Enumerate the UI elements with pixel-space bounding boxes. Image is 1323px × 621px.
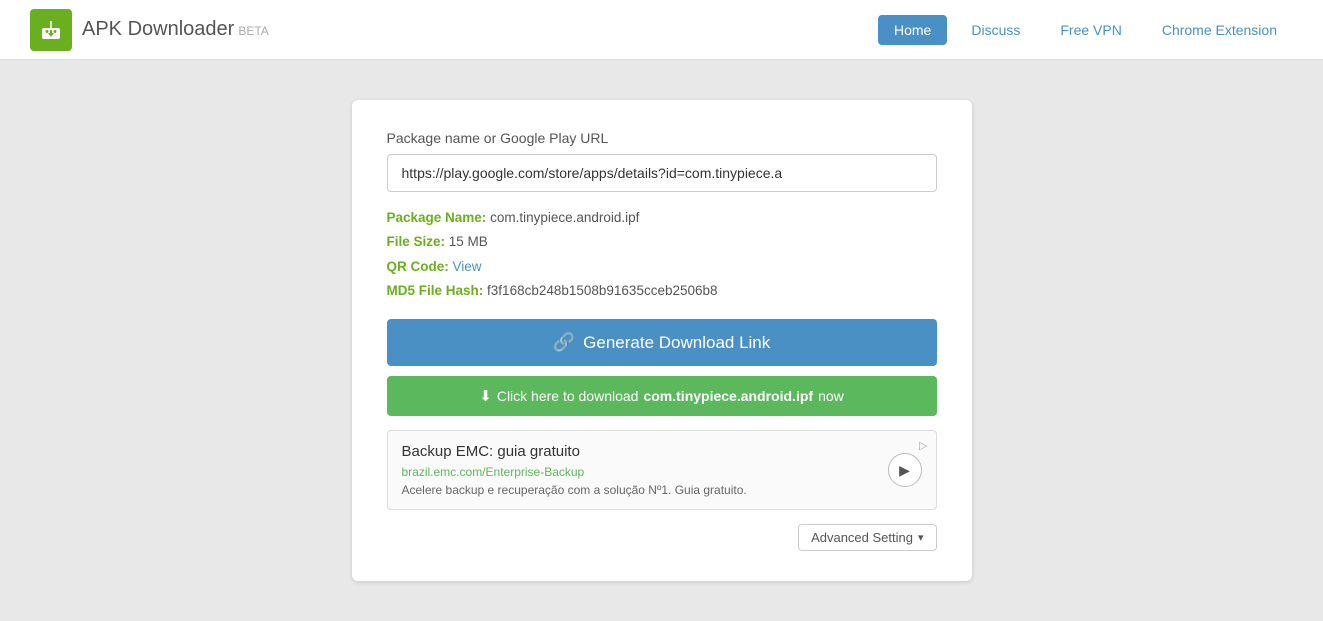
package-name-row: Package Name: com.tinypiece.android.ipf (387, 206, 937, 230)
nav-free-vpn[interactable]: Free VPN (1044, 15, 1137, 45)
link-icon: 🔗 (553, 332, 575, 353)
app-title: APK DownloaderBETA (82, 18, 269, 41)
package-name-text: com.tinypiece.android.ipf (490, 210, 639, 225)
advanced-setting-button[interactable]: Advanced Setting ▾ (798, 524, 936, 551)
md5-row: MD5 File Hash: f3f168cb248b1508b91635cce… (387, 279, 937, 303)
ad-badge: ▷ (919, 439, 927, 452)
download-icon: ⬇ (479, 387, 492, 405)
arrow-right-icon: ▶ (899, 462, 910, 479)
file-size-row: File Size: 15 MB (387, 230, 937, 254)
download-package: com.tinypiece.android.ipf (643, 388, 813, 404)
main-content: Package name or Google Play URL Package … (0, 60, 1323, 621)
logo-icon (30, 9, 72, 51)
generate-download-link-button[interactable]: 🔗 Generate Download Link (387, 319, 937, 366)
file-size-text: 15 MB (449, 234, 488, 249)
advanced-setting-label: Advanced Setting (811, 530, 913, 545)
qr-code-link[interactable]: View (453, 259, 482, 274)
header: APK DownloaderBETA Home Discuss Free VPN… (0, 0, 1323, 60)
ad-content: Backup EMC: guia gratuito brazil.emc.com… (402, 443, 922, 497)
card: Package name or Google Play URL Package … (352, 100, 972, 581)
nav-discuss[interactable]: Discuss (955, 15, 1036, 45)
ad-url-link[interactable]: brazil.emc.com/Enterprise-Backup (402, 465, 585, 479)
package-name-label: Package Name: (387, 210, 487, 225)
file-size-label: File Size: (387, 234, 446, 249)
header-nav: Home Discuss Free VPN Chrome Extension (878, 15, 1293, 45)
chevron-down-icon: ▾ (918, 531, 924, 544)
nav-chrome-extension[interactable]: Chrome Extension (1146, 15, 1293, 45)
field-label: Package name or Google Play URL (387, 130, 937, 146)
qr-code-label: QR Code: (387, 259, 449, 274)
generate-btn-label: Generate Download Link (583, 333, 770, 353)
ad-text: Backup EMC: guia gratuito brazil.emc.com… (402, 443, 876, 497)
advanced-setting-container: Advanced Setting ▾ (387, 524, 937, 551)
ad-block: ▷ Backup EMC: guia gratuito brazil.emc.c… (387, 430, 937, 510)
md5-text: f3f168cb248b1508b91635cceb2506b8 (487, 283, 717, 298)
nav-home[interactable]: Home (878, 15, 947, 45)
ad-arrow-button[interactable]: ▶ (888, 453, 922, 487)
download-suffix: now (818, 388, 844, 404)
qr-code-row: QR Code: View (387, 255, 937, 279)
md5-label: MD5 File Hash: (387, 283, 484, 298)
header-left: APK DownloaderBETA (30, 9, 269, 51)
ad-title: Backup EMC: guia gratuito (402, 443, 876, 460)
info-block: Package Name: com.tinypiece.android.ipf … (387, 206, 937, 303)
download-now-button[interactable]: ⬇ Click here to download com.tinypiece.a… (387, 376, 937, 416)
ad-description: Acelere backup e recuperação com a soluç… (402, 483, 876, 497)
download-prefix: Click here to download (497, 388, 639, 404)
url-input[interactable] (387, 154, 937, 192)
